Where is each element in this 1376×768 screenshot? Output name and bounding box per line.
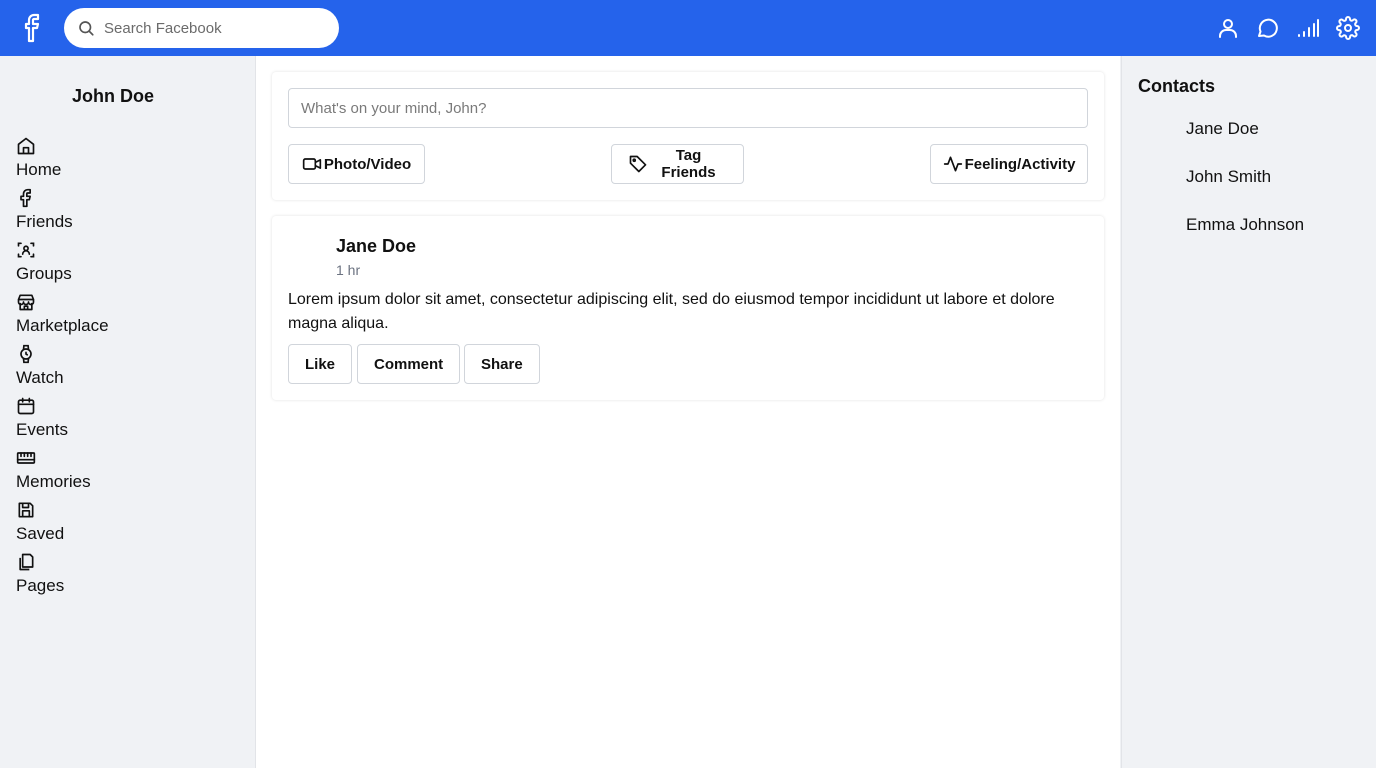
sidebar-item-label: Marketplace [16,316,109,335]
sidebar-item-label: Pages [16,576,65,595]
sidebar-item-friends[interactable]: Friends [16,188,216,236]
search-icon [79,21,94,36]
pages-icon [19,553,34,571]
search-input[interactable] [104,8,329,48]
store-icon [17,294,35,311]
sidebar-item-watch[interactable]: Watch [16,344,216,392]
film-strip-icon [16,452,36,464]
facebook-icon[interactable] [20,12,46,44]
sidebar-item-label: Watch [16,368,64,387]
video-camera-icon [302,158,322,170]
signal-icon[interactable] [1296,16,1320,40]
facebook-icon [20,188,31,208]
calendar-icon [17,397,35,415]
share-button[interactable]: Share [464,344,540,384]
sidebar-item-events[interactable]: Events [16,396,216,444]
feeling-activity-label: Feeling/Activity [964,155,1076,173]
feeling-activity-button[interactable]: Feeling/Activity [930,144,1088,184]
groups-scan-icon [17,242,35,258]
contacts-title: Contacts [1138,76,1216,96]
post-composer: Photo/Video Tag Friends Feeling/Activity [272,72,1104,200]
sidebar-item-label: Friends [16,212,73,231]
sidebar-item-home[interactable]: Home [16,136,216,184]
sidebar-item-label: Saved [16,524,65,543]
like-button[interactable]: Like [288,344,353,384]
sidebar-user-name[interactable]: John Doe [72,86,154,107]
post-author[interactable]: Jane Doe [336,236,416,257]
sidebar-item-marketplace[interactable]: Marketplace [16,292,216,340]
post-card: Jane Doe 1 hr Lorem ipsum dolor sit amet… [272,216,1104,400]
sidebar-item-label: Events [16,420,68,439]
status-input[interactable] [288,88,1088,128]
watch-icon [20,344,32,364]
top-bar [0,0,1376,56]
main-feed: Photo/Video Tag Friends Feeling/Activity… [256,56,1120,768]
post-body: Lorem ipsum dolor sit amet, consectetur … [288,291,1055,332]
sidebar-item-memories[interactable]: Memories [16,448,216,496]
activity-icon [943,156,962,172]
chat-bubble-icon[interactable] [1256,16,1280,40]
sidebar-item-label: Home [16,160,62,179]
contact-item[interactable]: Emma Johnson [1186,215,1304,235]
comment-button[interactable]: Comment [357,344,461,384]
contact-item[interactable]: Jane Doe [1186,119,1259,139]
tag-icon [629,155,647,173]
save-icon [18,502,34,518]
home-icon [17,137,35,155]
sidebar-item-groups[interactable]: Groups [16,240,216,288]
sidebar-item-label: Memories [16,472,91,491]
post-timestamp: 1 hr [336,262,361,278]
photo-video-button[interactable]: Photo/Video [288,144,425,184]
left-sidebar: John Doe Home Friends Groups Marketplace… [0,56,256,768]
person-icon[interactable] [1216,16,1240,40]
gear-icon[interactable] [1336,16,1360,40]
photo-video-label: Photo/Video [323,155,412,173]
sidebar-item-pages[interactable]: Pages [16,552,216,600]
contacts-panel: Contacts Jane Doe John Smith Emma Johnso… [1121,56,1376,768]
sidebar-item-saved[interactable]: Saved [16,500,216,548]
search-bar[interactable] [64,8,339,48]
sidebar-item-label: Groups [16,264,72,283]
tag-friends-label: Tag Friends [661,147,716,181]
tag-friends-button[interactable]: Tag Friends [611,144,744,184]
contact-item[interactable]: John Smith [1186,167,1271,187]
